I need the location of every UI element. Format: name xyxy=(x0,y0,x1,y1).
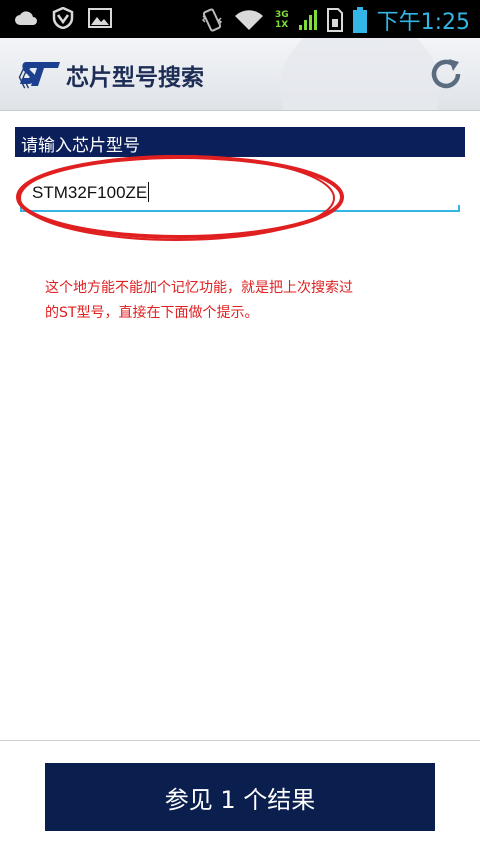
vibrate-icon xyxy=(201,8,222,32)
clock: 下午1:25 xyxy=(376,10,470,35)
annotation-ellipse xyxy=(16,155,344,241)
view-results-button[interactable]: 参见 1 个结果 xyxy=(45,763,435,831)
image-icon xyxy=(88,8,112,28)
app-bar-watermark xyxy=(280,38,440,110)
signal-strength-icon xyxy=(298,10,317,30)
refresh-icon[interactable] xyxy=(428,56,464,92)
battery-icon xyxy=(352,7,367,33)
sim-card-icon xyxy=(326,8,343,32)
cloud-icon xyxy=(15,11,37,25)
annotation-note: 这个地方能不能加个记忆功能，就是把上次搜索过的ST型号，直接在下面做个提示。 xyxy=(45,280,353,321)
st-logo[interactable] xyxy=(18,60,62,88)
status-bar: 3G 1X 下午1:25 xyxy=(0,0,480,38)
status-bar-system: 3G 1X 下午1:25 xyxy=(201,4,470,36)
network-type-1x: 1X xyxy=(274,20,289,30)
wifi-icon xyxy=(234,10,263,30)
page-title: 芯片型号搜索 xyxy=(66,65,204,91)
network-signal: 3G 1X xyxy=(275,10,289,30)
app-bar: 《 芯片型号搜索 xyxy=(0,38,480,111)
shield-icon xyxy=(52,7,74,29)
footer-divider xyxy=(0,740,480,741)
network-type-3g: 3G xyxy=(274,10,289,20)
status-bar-notifications xyxy=(14,7,112,29)
